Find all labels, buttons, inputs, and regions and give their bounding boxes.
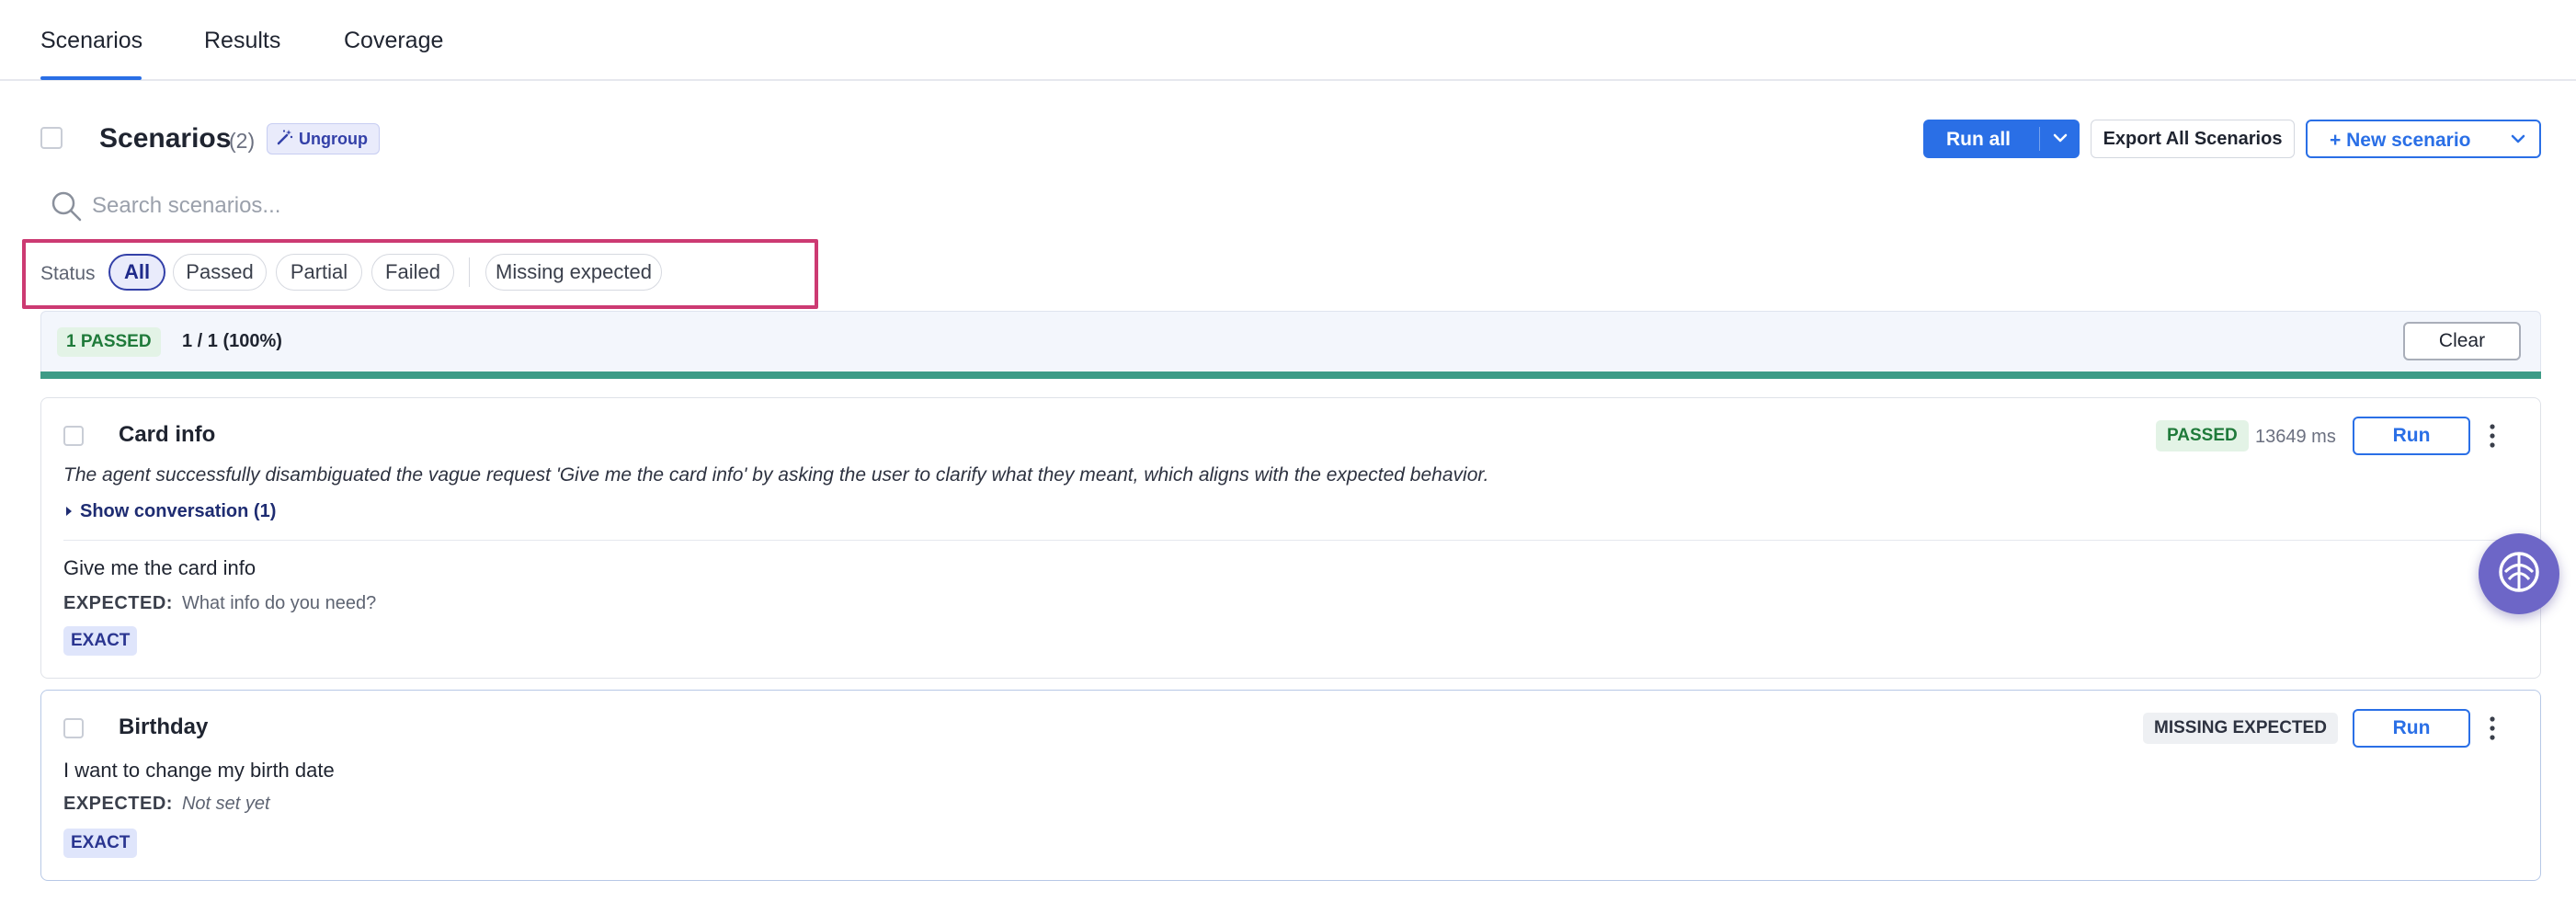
results-summary-bar — [40, 311, 2541, 373]
scenario-checkbox[interactable] — [63, 426, 84, 446]
clear-results-button[interactable]: Clear — [2403, 322, 2521, 360]
show-conversation-toggle[interactable]: Show conversation (1) — [65, 501, 276, 522]
show-conversation-label: Show conversation (1) — [80, 501, 277, 521]
filter-chip-all[interactable]: All — [108, 254, 165, 291]
card-divider — [63, 540, 2520, 541]
status-badge: PASSED — [2156, 420, 2249, 452]
run-duration: 13649 ms — [2255, 427, 2336, 447]
chevron-down-icon[interactable] — [2508, 129, 2528, 154]
page-title: Scenarios — [99, 123, 232, 154]
tab-bar: Scenarios Results Coverage — [0, 0, 2576, 81]
help-assistant-button[interactable] — [2479, 533, 2559, 614]
filter-divider — [469, 257, 470, 287]
filter-chip-missing-expected[interactable]: Missing expected — [485, 254, 662, 291]
filter-chip-partial[interactable]: Partial — [276, 254, 362, 291]
expected-row: EXPECTED: Not set yet — [63, 794, 270, 815]
pass-ratio: 1 / 1 (100%) — [182, 331, 282, 351]
expected-value: Not set yet — [181, 794, 270, 814]
active-tab-indicator — [40, 76, 142, 80]
expected-value: What info do you need? — [181, 593, 377, 613]
scenario-card: Birthday MISSING EXPECTED Run I want to … — [40, 690, 2541, 881]
new-scenario-label: + New scenario — [2330, 130, 2471, 151]
kebab-menu-icon[interactable] — [2487, 713, 2498, 749]
scenario-input: Give me the card info — [63, 556, 256, 579]
scenario-name: Birthday — [119, 714, 209, 739]
expected-label: EXPECTED: — [63, 794, 173, 814]
filter-chip-passed[interactable]: Passed — [173, 254, 267, 291]
expected-label: EXPECTED: — [63, 593, 173, 613]
scenario-count: (2) — [229, 129, 256, 153]
match-type-badge: EXACT — [63, 626, 138, 656]
split-divider — [2039, 127, 2040, 151]
tab-coverage[interactable]: Coverage — [344, 28, 443, 54]
ungroup-label: Ungroup — [299, 129, 368, 148]
search-icon — [50, 189, 83, 227]
magic-wand-icon — [277, 129, 293, 150]
ungroup-button[interactable]: Ungroup — [267, 123, 380, 154]
run-all-label: Run all — [1946, 129, 2012, 150]
run-all-button[interactable]: Run all — [1923, 120, 2080, 158]
chevron-down-icon[interactable] — [2050, 128, 2070, 154]
expected-row: EXPECTED: What info do you need? — [63, 593, 376, 614]
tab-scenarios[interactable]: Scenarios — [40, 28, 142, 54]
new-scenario-button[interactable]: + New scenario — [2306, 120, 2541, 158]
help-assistant-icon — [2494, 547, 2544, 601]
filter-chip-failed[interactable]: Failed — [371, 254, 454, 291]
scenario-input: I want to change my birth date — [63, 759, 335, 782]
scenario-checkbox[interactable] — [63, 718, 84, 738]
scenario-name: Card info — [119, 422, 216, 447]
status-badge: MISSING EXPECTED — [2143, 713, 2338, 744]
scenario-card: Card info PASSED 13649 ms Run The agent … — [40, 397, 2541, 679]
search-input[interactable] — [92, 188, 735, 224]
export-all-scenarios-button[interactable]: Export All Scenarios — [2091, 120, 2295, 158]
pass-progress-bar — [40, 371, 2541, 379]
match-type-badge: EXACT — [63, 829, 138, 858]
evaluation-summary: The agent successfully disambiguated the… — [63, 464, 1489, 486]
status-filter-label: Status — [40, 263, 96, 284]
run-scenario-button[interactable]: Run — [2353, 417, 2470, 455]
select-all-checkbox[interactable] — [40, 127, 63, 149]
passed-count-badge: 1 PASSED — [57, 327, 161, 357]
run-scenario-button[interactable]: Run — [2353, 709, 2470, 748]
kebab-menu-icon[interactable] — [2487, 420, 2498, 456]
tab-results[interactable]: Results — [204, 28, 280, 54]
caret-right-icon — [65, 501, 73, 522]
